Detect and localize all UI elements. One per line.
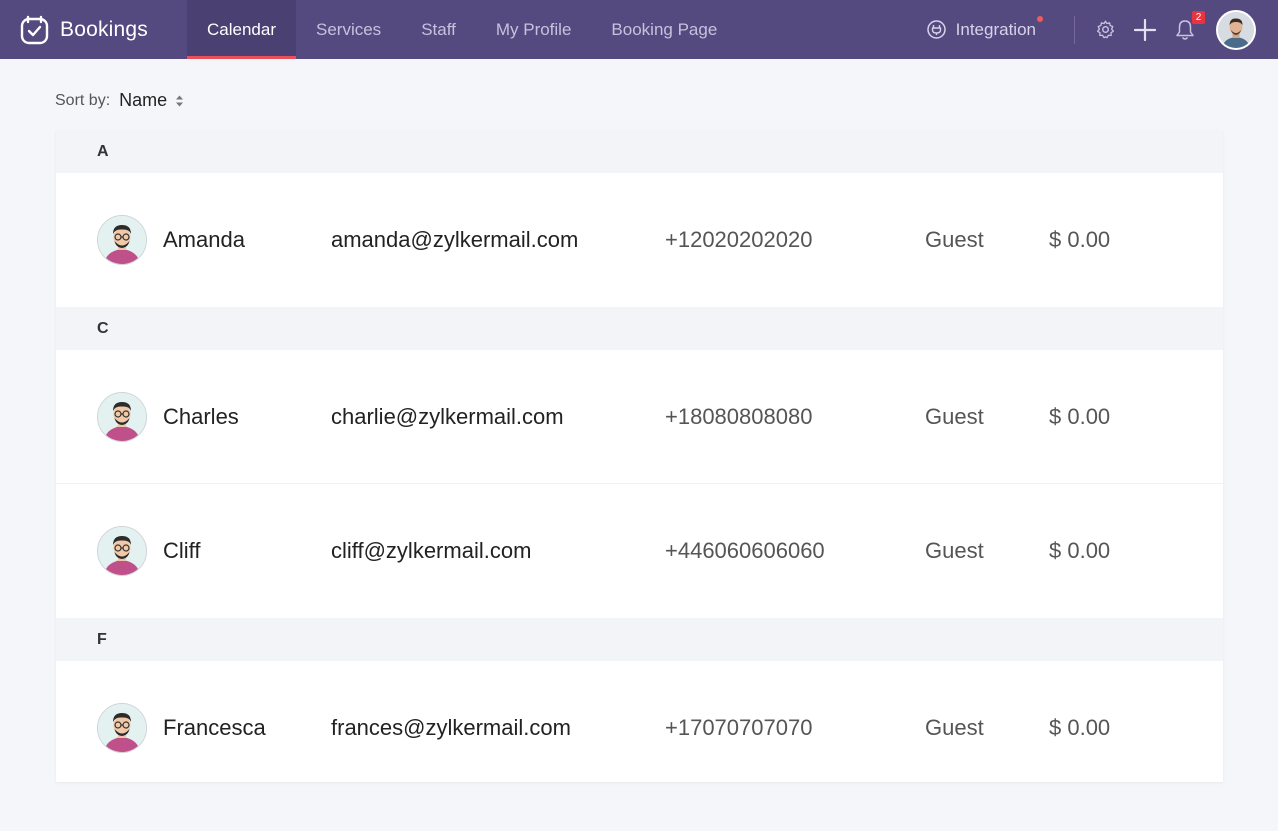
customer-avatar-icon: [98, 392, 146, 441]
tab-my-profile[interactable]: My Profile: [476, 0, 592, 59]
settings-button[interactable]: [1094, 19, 1116, 41]
customer-type: Guest: [925, 715, 984, 740]
integration-icon: [926, 20, 946, 39]
customer-row[interactable]: Amanda amanda@zylkermail.com +1202020202…: [56, 173, 1223, 307]
customer-type: Guest: [925, 403, 984, 429]
customer-email: frances@zylkermail.com: [331, 715, 571, 740]
customer-amount: $ 0.00: [1049, 538, 1111, 563]
customer-email: charlie@zylkermail.com: [331, 403, 564, 429]
customer-phone: +17070707070: [665, 715, 813, 740]
customer-email: cliff@zylkermail.com: [331, 538, 532, 563]
tab-staff[interactable]: Staff: [401, 0, 476, 59]
customer-name: Francesca: [163, 715, 266, 740]
plus-icon: [1134, 18, 1156, 41]
integration-label: Integration: [955, 19, 1036, 39]
customer-row[interactable]: Charles charlie@zylkermail.com +18080808…: [56, 350, 1223, 484]
tab-booking-page[interactable]: Booking Page: [591, 0, 737, 59]
customer-avatar: [97, 215, 147, 265]
customer-avatar: [97, 526, 147, 576]
bookings-logo-icon: [20, 15, 49, 45]
gear-icon: [1096, 20, 1114, 39]
customer-phone: +446060606060: [665, 538, 825, 563]
top-bar: Bookings Calendar Services Staff My Prof…: [0, 0, 1278, 59]
customer-amount: $ 0.00: [1049, 715, 1111, 740]
customer-amount: $ 0.00: [1049, 403, 1111, 429]
customer-name: Cliff: [163, 538, 201, 563]
sort-arrows-icon[interactable]: [175, 94, 184, 108]
customer-avatar: [97, 391, 147, 442]
customer-name: Charles: [163, 403, 239, 429]
customer-list: A Amanda amanda@zylkermail.com +12020202…: [56, 130, 1223, 782]
app-name: Bookings: [60, 17, 148, 41]
customer-row[interactable]: Francesca frances@zylkermail.com +170707…: [56, 661, 1223, 782]
user-photo-icon: [1218, 11, 1254, 48]
sort-label: Sort by:: [55, 91, 111, 109]
notifications-button[interactable]: 2: [1174, 10, 1205, 41]
customer-avatar: [97, 703, 147, 753]
group-header-c: C: [56, 307, 1223, 350]
integration-alert-dot: [1037, 16, 1043, 22]
main-nav: Calendar Services Staff My Profile Booki…: [187, 0, 737, 59]
customer-phone: +12020202020: [665, 227, 813, 252]
group-header-f: F: [56, 618, 1223, 661]
customer-row[interactable]: Cliff cliff@zylkermail.com +446060606060…: [56, 484, 1223, 618]
customer-amount: $ 0.00: [1049, 227, 1111, 252]
customer-name: Amanda: [163, 227, 245, 252]
tab-calendar[interactable]: Calendar: [187, 0, 296, 59]
user-avatar[interactable]: [1216, 9, 1256, 50]
tab-services[interactable]: Services: [296, 0, 401, 59]
customer-phone: +18080808080: [665, 403, 813, 429]
group-header-a: A: [56, 130, 1223, 173]
customer-avatar-icon: [98, 527, 146, 575]
customer-email: amanda@zylkermail.com: [331, 227, 579, 252]
sort-value[interactable]: Name: [119, 90, 167, 111]
customer-avatar-icon: [98, 704, 146, 752]
integration-button[interactable]: Integration: [926, 16, 1043, 40]
add-button[interactable]: [1134, 18, 1156, 41]
right-tools: Integration 2: [926, 0, 1278, 59]
toolbar-divider: [1074, 15, 1075, 44]
customer-avatar-icon: [98, 216, 146, 264]
customer-type: Guest: [925, 538, 984, 563]
sort-control: Sort by: Name: [55, 90, 184, 111]
notification-badge: 2: [1192, 10, 1205, 24]
brand[interactable]: Bookings: [0, 0, 187, 59]
customer-type: Guest: [925, 227, 984, 252]
